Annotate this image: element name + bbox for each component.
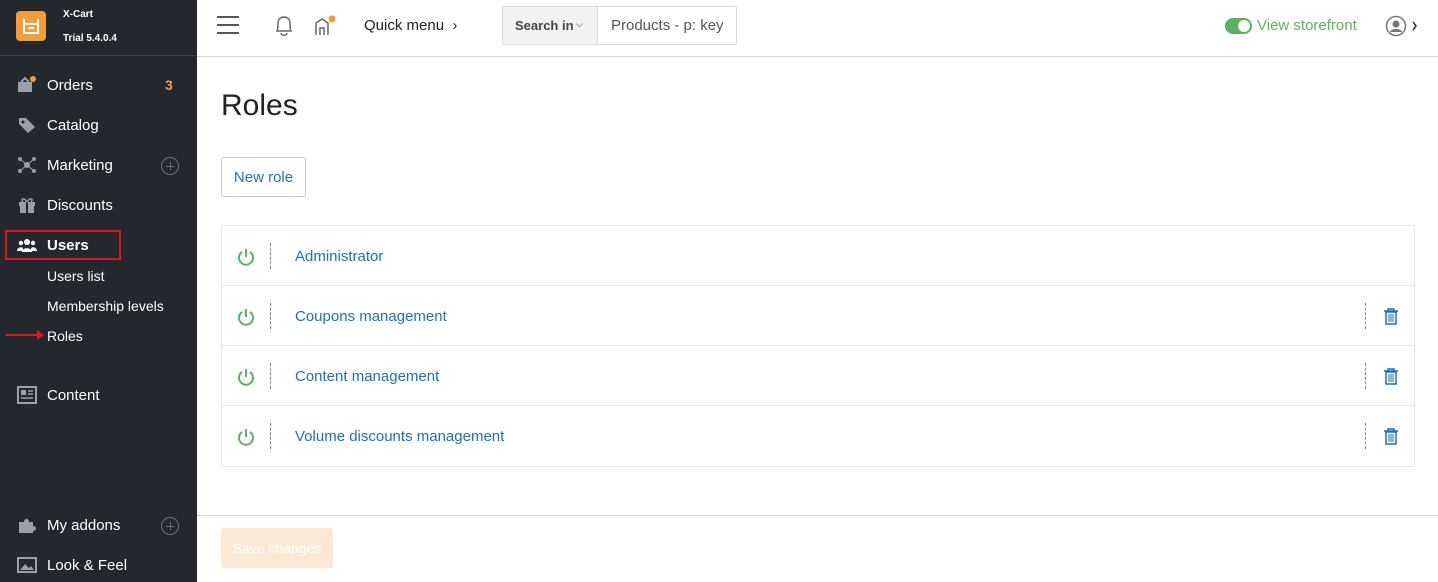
search-in-label: Search in	[515, 18, 574, 33]
list-item: Content management	[222, 346, 1414, 406]
add-marketing-icon[interactable]	[161, 157, 179, 175]
search-box: Search in ⌵	[502, 6, 737, 45]
xcart-logo-icon[interactable]	[16, 11, 46, 41]
quick-menu[interactable]: Quick menu ›	[364, 17, 457, 34]
sidebar-item-look-and-feel[interactable]: Look & Feel	[0, 550, 197, 580]
role-name-link[interactable]: Coupons management	[295, 308, 447, 325]
quick-menu-label: Quick menu	[364, 17, 445, 34]
tag-icon	[17, 116, 37, 134]
role-name-link[interactable]: Administrator	[295, 248, 383, 265]
brand-version: Trial 5.4.0.4	[63, 33, 117, 44]
sidebar-subitem-roles[interactable]: Roles	[47, 328, 83, 344]
brand: X-Cart Trial 5.4.0.4	[0, 0, 197, 56]
content-icon	[17, 386, 37, 404]
save-changes-button[interactable]: Save changes	[221, 528, 333, 568]
sidebar-subitem-membership-levels[interactable]: Membership levels	[47, 298, 164, 314]
pointer-arrow-icon	[6, 330, 44, 340]
sidebar-item-content[interactable]: Content	[0, 380, 197, 410]
view-storefront-label: View storefront	[1257, 17, 1357, 34]
divider	[1365, 303, 1366, 329]
power-toggle-icon[interactable]	[237, 248, 255, 271]
add-addon-icon[interactable]	[161, 517, 179, 535]
sidebar-item-label: Orders	[47, 77, 93, 94]
role-name-link[interactable]: Content management	[295, 368, 439, 385]
power-toggle-icon[interactable]	[237, 368, 255, 391]
search-in-dropdown[interactable]: Search in ⌵	[503, 7, 598, 44]
top-bar: Quick menu › Search in ⌵ View storefront	[197, 0, 1438, 57]
list-item: Administrator	[222, 226, 1414, 286]
users-highlight-box	[5, 230, 121, 260]
hamburger-menu-icon[interactable]	[217, 16, 239, 34]
sidebar-item-orders[interactable]: Orders 3	[0, 70, 197, 100]
new-role-button[interactable]: New role	[221, 157, 306, 197]
sidebar-item-my-addons[interactable]: My addons	[0, 510, 197, 540]
orders-count-badge: 3	[165, 77, 173, 93]
power-toggle-icon[interactable]	[237, 428, 255, 451]
sidebar-item-label: Look & Feel	[47, 557, 128, 574]
roles-list: Administrator Coupons management Content…	[221, 225, 1415, 467]
storefront-toggle[interactable]	[1225, 18, 1252, 34]
list-item: Coupons management	[222, 286, 1414, 346]
orders-icon	[17, 76, 37, 94]
divider	[270, 363, 271, 389]
puzzle-icon	[17, 516, 37, 534]
brand-name: X-Cart	[63, 9, 94, 20]
page-title: Roles	[221, 89, 298, 122]
trash-icon[interactable]	[1383, 427, 1399, 450]
chevron-down-icon: ⌵	[576, 19, 583, 29]
insights-icon[interactable]	[313, 14, 337, 43]
list-item: Volume discounts management	[222, 406, 1414, 466]
sidebar-item-catalog[interactable]: Catalog	[0, 110, 197, 140]
sidebar-item-marketing[interactable]: Marketing	[0, 150, 197, 180]
image-icon	[17, 556, 37, 574]
search-input[interactable]	[599, 7, 736, 44]
divider	[1365, 423, 1366, 449]
sidebar-item-label: My addons	[47, 517, 121, 534]
trash-icon[interactable]	[1383, 307, 1399, 330]
trash-icon[interactable]	[1383, 367, 1399, 390]
role-name-link[interactable]: Volume discounts management	[295, 428, 504, 445]
divider	[270, 303, 271, 329]
divider	[1365, 363, 1366, 389]
sidebar-item-label: Marketing	[47, 157, 113, 174]
power-toggle-icon[interactable]	[237, 308, 255, 331]
sidebar-item-discounts[interactable]: Discounts	[0, 190, 197, 220]
bell-icon[interactable]	[273, 14, 295, 43]
sidebar: X-Cart Trial 5.4.0.4 Orders 3 Catalog Ma…	[0, 0, 197, 582]
chevron-right-icon: ›	[448, 17, 458, 34]
divider	[270, 423, 271, 449]
sidebar-item-label: Discounts	[47, 197, 113, 214]
sidebar-item-label: Content	[47, 387, 100, 404]
divider	[270, 243, 271, 269]
sidebar-item-label: Catalog	[47, 117, 99, 134]
user-menu[interactable]	[1385, 15, 1419, 42]
footer-divider	[197, 515, 1438, 516]
gift-icon	[17, 196, 37, 214]
sidebar-subitem-users-list[interactable]: Users list	[47, 268, 105, 284]
marketing-icon	[17, 156, 37, 174]
